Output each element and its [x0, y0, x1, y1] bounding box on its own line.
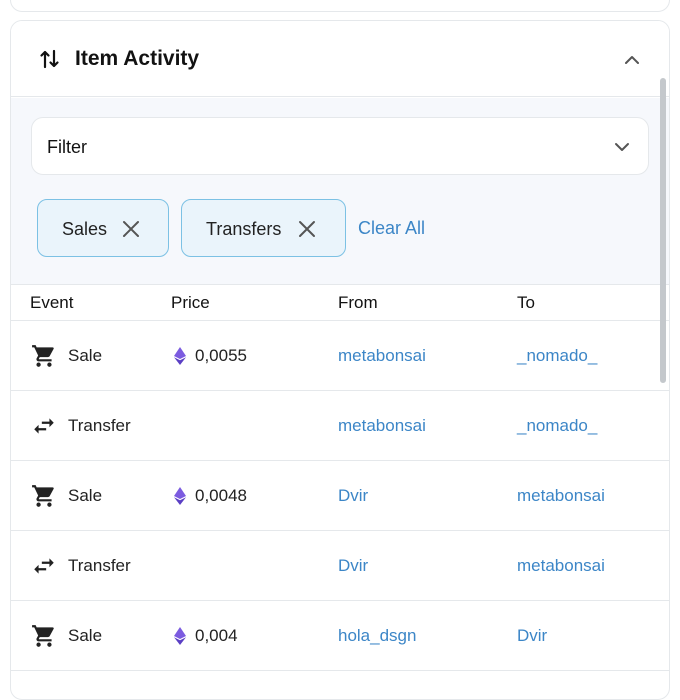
event-label: Sale	[68, 486, 103, 505]
cart-icon	[32, 485, 54, 507]
panel-title: Item Activity	[75, 47, 200, 70]
from-link[interactable]: metabonsai	[338, 346, 426, 366]
to-link[interactable]: Dvir	[517, 626, 547, 646]
chip-label: Transfers	[206, 219, 282, 239]
event-label: Transfer	[68, 556, 131, 575]
filter-label: Filter	[47, 137, 87, 157]
to-link[interactable]: metabonsai	[517, 486, 605, 506]
chevron-up-icon[interactable]	[621, 49, 643, 71]
to-link[interactable]: _nomado_	[517, 346, 597, 366]
item-activity-panel: Item Activity Filter Sales Transfers Cle…	[10, 20, 670, 700]
filter-chip-sales[interactable]: Sales	[37, 199, 169, 257]
from-link[interactable]: Dvir	[338, 486, 368, 506]
filter-area: Filter Sales Transfers Clear All	[11, 98, 669, 284]
header-price: Price	[171, 293, 210, 312]
panel-header[interactable]: Item Activity	[11, 21, 669, 97]
cart-icon	[32, 345, 54, 367]
to-link[interactable]: metabonsai	[517, 556, 605, 576]
event-label: Sale	[68, 626, 103, 645]
close-icon[interactable]	[121, 219, 141, 239]
chevron-down-icon	[615, 143, 629, 151]
cart-icon	[32, 625, 54, 647]
ethereum-icon	[174, 487, 186, 505]
to-link[interactable]: _nomado_	[517, 416, 597, 436]
event-label: Transfer	[68, 416, 131, 435]
clear-all-link[interactable]: Clear All	[358, 218, 425, 239]
close-icon[interactable]	[297, 219, 317, 239]
previous-card	[10, 0, 670, 12]
ethereum-icon	[174, 347, 186, 365]
arrows-up-down-icon	[40, 49, 59, 69]
filter-chip-transfers[interactable]: Transfers	[181, 199, 346, 257]
transfer-icon	[34, 418, 54, 434]
chip-label: Sales	[62, 219, 108, 239]
filter-dropdown[interactable]: Filter	[31, 117, 649, 175]
table-row: Sale 0,004 hola_dsgn Dvir	[11, 601, 669, 671]
ethereum-icon	[174, 627, 186, 645]
header-to: To	[517, 293, 535, 312]
from-link[interactable]: hola_dsgn	[338, 626, 416, 646]
from-link[interactable]: Dvir	[338, 556, 368, 576]
table-row: Sale 0,0048 Dvir metabonsai	[11, 461, 669, 531]
scrollbar-thumb[interactable]	[660, 78, 666, 383]
event-label: Sale	[68, 346, 103, 365]
from-link[interactable]: metabonsai	[338, 416, 426, 436]
table-row: Transfer metabonsai _nomado_	[11, 391, 669, 461]
header-from: From	[338, 293, 378, 312]
header-event: Event	[30, 293, 74, 312]
table-row: Sale 0,0055 metabonsai _nomado_	[11, 321, 669, 391]
table-header: Event Price From To	[11, 284, 669, 321]
table-row: Transfer Dvir metabonsai	[11, 531, 669, 601]
price-value: 0,0048	[195, 486, 247, 505]
transfer-icon	[34, 558, 54, 574]
price-value: 0,004	[195, 626, 238, 645]
price-value: 0,0055	[195, 346, 247, 365]
